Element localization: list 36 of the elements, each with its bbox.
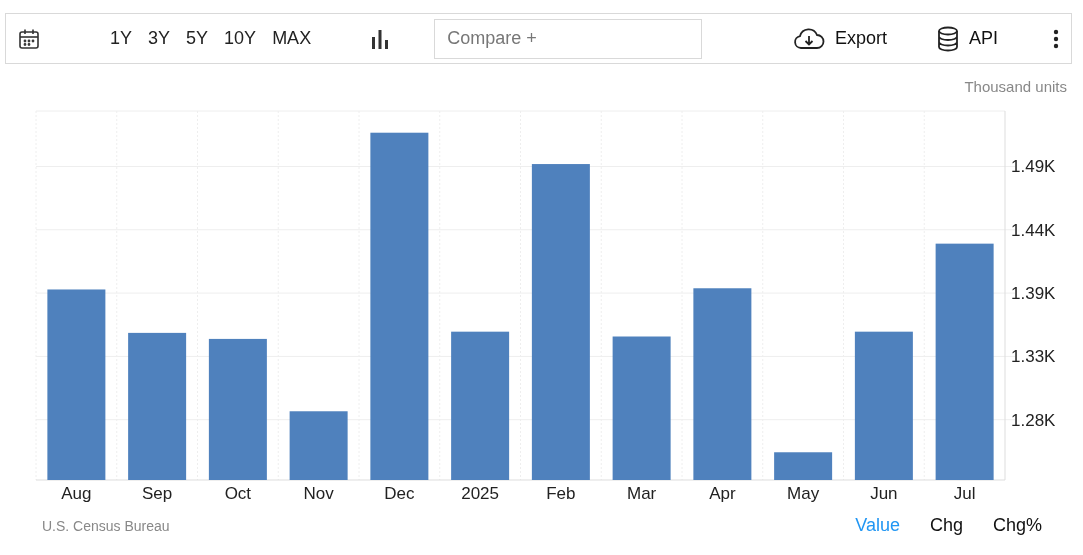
x-axis-label: Aug xyxy=(61,484,92,503)
x-axis-label: Nov xyxy=(303,484,334,503)
x-axis-label: Sep xyxy=(142,484,173,503)
compare-field[interactable]: Compare + xyxy=(434,18,703,59)
view-tab[interactable]: Chg xyxy=(929,515,963,536)
x-axis-label: Oct xyxy=(224,484,252,503)
unit-label: Thousand units xyxy=(964,78,1067,95)
range-button[interactable]: 10Y xyxy=(216,28,265,49)
more-icon[interactable] xyxy=(1053,28,1059,49)
range-button[interactable]: 3Y xyxy=(140,28,179,49)
y-axis-label: 1.44K xyxy=(1011,220,1056,240)
range-button[interactable]: MAX xyxy=(264,28,320,49)
y-axis-label: 1.49K xyxy=(1011,157,1056,177)
api-button[interactable]: API xyxy=(937,25,998,52)
cloud-download-icon xyxy=(792,27,825,50)
range-button[interactable]: 1Y xyxy=(102,28,141,49)
bar xyxy=(774,452,833,480)
range-button[interactable]: 5Y xyxy=(178,28,217,49)
bar xyxy=(289,411,348,480)
x-axis-label: Apr xyxy=(709,484,736,503)
source-label: U.S. Census Bureau xyxy=(42,517,171,534)
y-axis-label: 1.33K xyxy=(1011,347,1056,367)
y-axis-label: 1.39K xyxy=(1011,284,1056,304)
x-axis-label: Dec xyxy=(384,484,415,503)
x-axis-label: Mar xyxy=(627,484,657,503)
calendar-icon[interactable] xyxy=(18,27,40,50)
database-icon xyxy=(937,25,959,52)
x-axis-label: Jun xyxy=(870,484,898,503)
y-axis-label: 1.28K xyxy=(1011,410,1056,430)
view-tab[interactable]: Chg% xyxy=(992,515,1042,536)
x-axis-label: Feb xyxy=(546,484,576,503)
export-button[interactable]: Export xyxy=(792,27,887,50)
x-axis-label: 2025 xyxy=(461,484,500,503)
x-axis-label: May xyxy=(787,484,820,503)
bar-chart-icon[interactable] xyxy=(371,28,390,49)
x-axis-label: Jul xyxy=(953,484,976,503)
